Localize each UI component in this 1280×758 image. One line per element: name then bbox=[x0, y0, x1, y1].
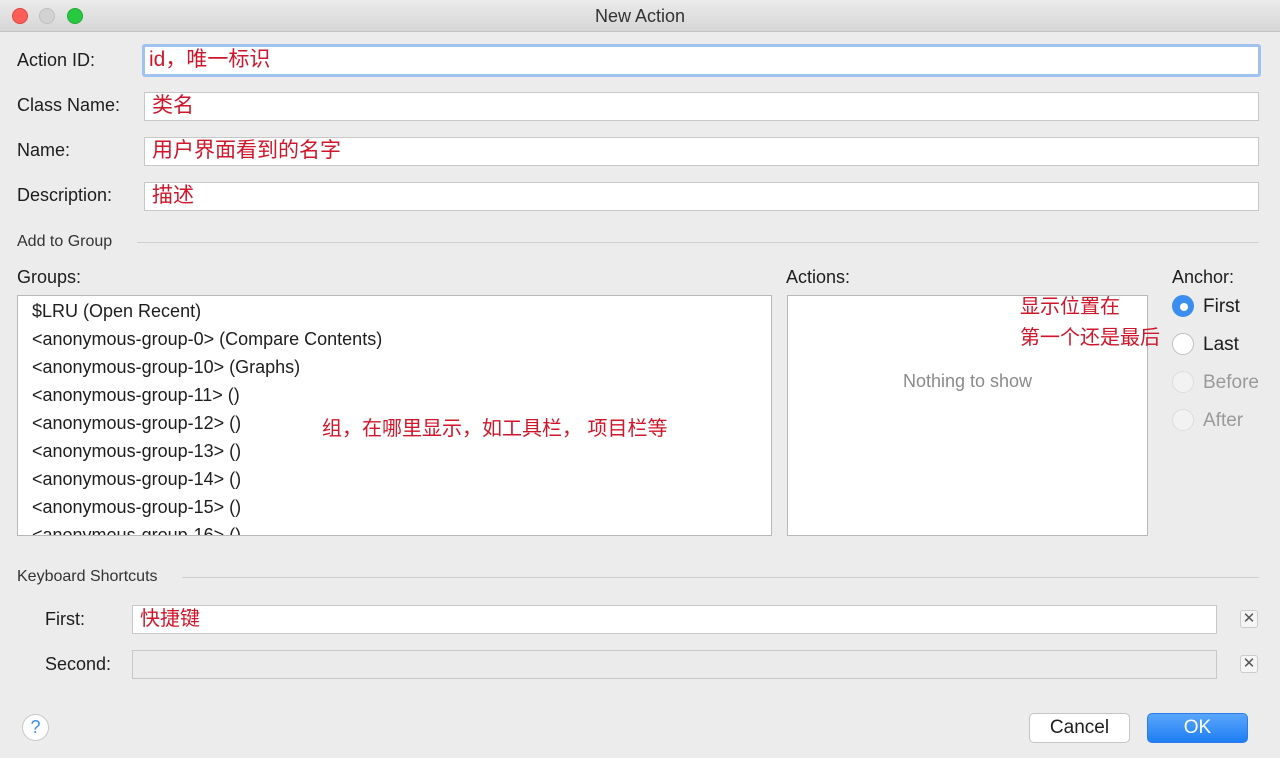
cancel-button[interactable]: Cancel bbox=[1029, 713, 1130, 743]
description-input[interactable]: 描述 bbox=[144, 182, 1259, 211]
list-item[interactable]: <anonymous-group-13> () bbox=[32, 441, 241, 462]
action-id-input[interactable]: id，唯一标识 bbox=[142, 44, 1261, 77]
help-button[interactable]: ? bbox=[22, 714, 49, 741]
anchor-annotation-line1: 显示位置在 bbox=[1020, 296, 1120, 318]
divider bbox=[182, 577, 1259, 578]
name-input[interactable]: 用户界面看到的名字 bbox=[144, 137, 1259, 166]
class-name-label: Class Name: bbox=[17, 95, 121, 115]
list-item[interactable]: <anonymous-group-0> (Compare Contents) bbox=[32, 329, 382, 350]
anchor-before-radio bbox=[1172, 371, 1194, 393]
second-shortcut-input[interactable] bbox=[132, 650, 1217, 679]
anchor-annotation-line2: 第一个还是最后 bbox=[1020, 327, 1160, 349]
anchor-last-label[interactable]: Last bbox=[1203, 334, 1239, 356]
description-label: Description: bbox=[17, 185, 113, 205]
add-to-group-heading: Add to Group bbox=[17, 233, 113, 250]
anchor-after-label: After bbox=[1203, 410, 1244, 431]
groups-list[interactable]: $LRU (Open Recent) <anonymous-group-0> (… bbox=[17, 295, 772, 536]
list-item[interactable]: <anonymous-group-16> () bbox=[32, 525, 241, 535]
groups-annotation: 组，在哪里显示，如工具栏， 项目栏等 bbox=[322, 418, 668, 440]
groups-label: Groups: bbox=[17, 267, 82, 287]
clear-first-shortcut-icon[interactable]: ✕ bbox=[1240, 610, 1258, 628]
list-item[interactable]: <anonymous-group-14> () bbox=[32, 469, 241, 490]
empty-state-text: Nothing to show bbox=[902, 371, 1033, 391]
list-item[interactable]: <anonymous-group-11> () bbox=[32, 385, 240, 406]
action-id-label: Action ID: bbox=[17, 50, 96, 70]
anchor-after-radio bbox=[1172, 409, 1194, 431]
anchor-before-label: Before bbox=[1203, 372, 1259, 393]
list-item[interactable]: <anonymous-group-12> () bbox=[32, 413, 241, 434]
list-item[interactable]: <anonymous-group-10> (Graphs) bbox=[32, 357, 300, 378]
anchor-label: Anchor: bbox=[1172, 267, 1235, 287]
list-item[interactable]: $LRU (Open Recent) bbox=[32, 301, 201, 322]
title-bar: New Action bbox=[0, 0, 1280, 32]
keyboard-shortcuts-heading: Keyboard Shortcuts bbox=[17, 568, 158, 585]
name-label: Name: bbox=[17, 140, 71, 160]
second-shortcut-label: Second: bbox=[45, 654, 112, 674]
divider bbox=[137, 242, 1259, 243]
anchor-first-label[interactable]: First bbox=[1203, 296, 1240, 318]
actions-label: Actions: bbox=[786, 267, 851, 287]
list-item[interactable]: <anonymous-group-15> () bbox=[32, 497, 241, 518]
class-name-input[interactable]: 类名 bbox=[144, 92, 1259, 121]
ok-button[interactable]: OK bbox=[1147, 713, 1248, 743]
first-shortcut-label: First: bbox=[45, 609, 85, 629]
window-title: New Action bbox=[594, 6, 686, 26]
clear-second-shortcut-icon[interactable]: ✕ bbox=[1240, 655, 1258, 673]
first-shortcut-input[interactable]: 快捷键 bbox=[132, 605, 1217, 634]
anchor-first-radio[interactable] bbox=[1172, 295, 1194, 317]
anchor-last-radio[interactable] bbox=[1172, 333, 1194, 355]
